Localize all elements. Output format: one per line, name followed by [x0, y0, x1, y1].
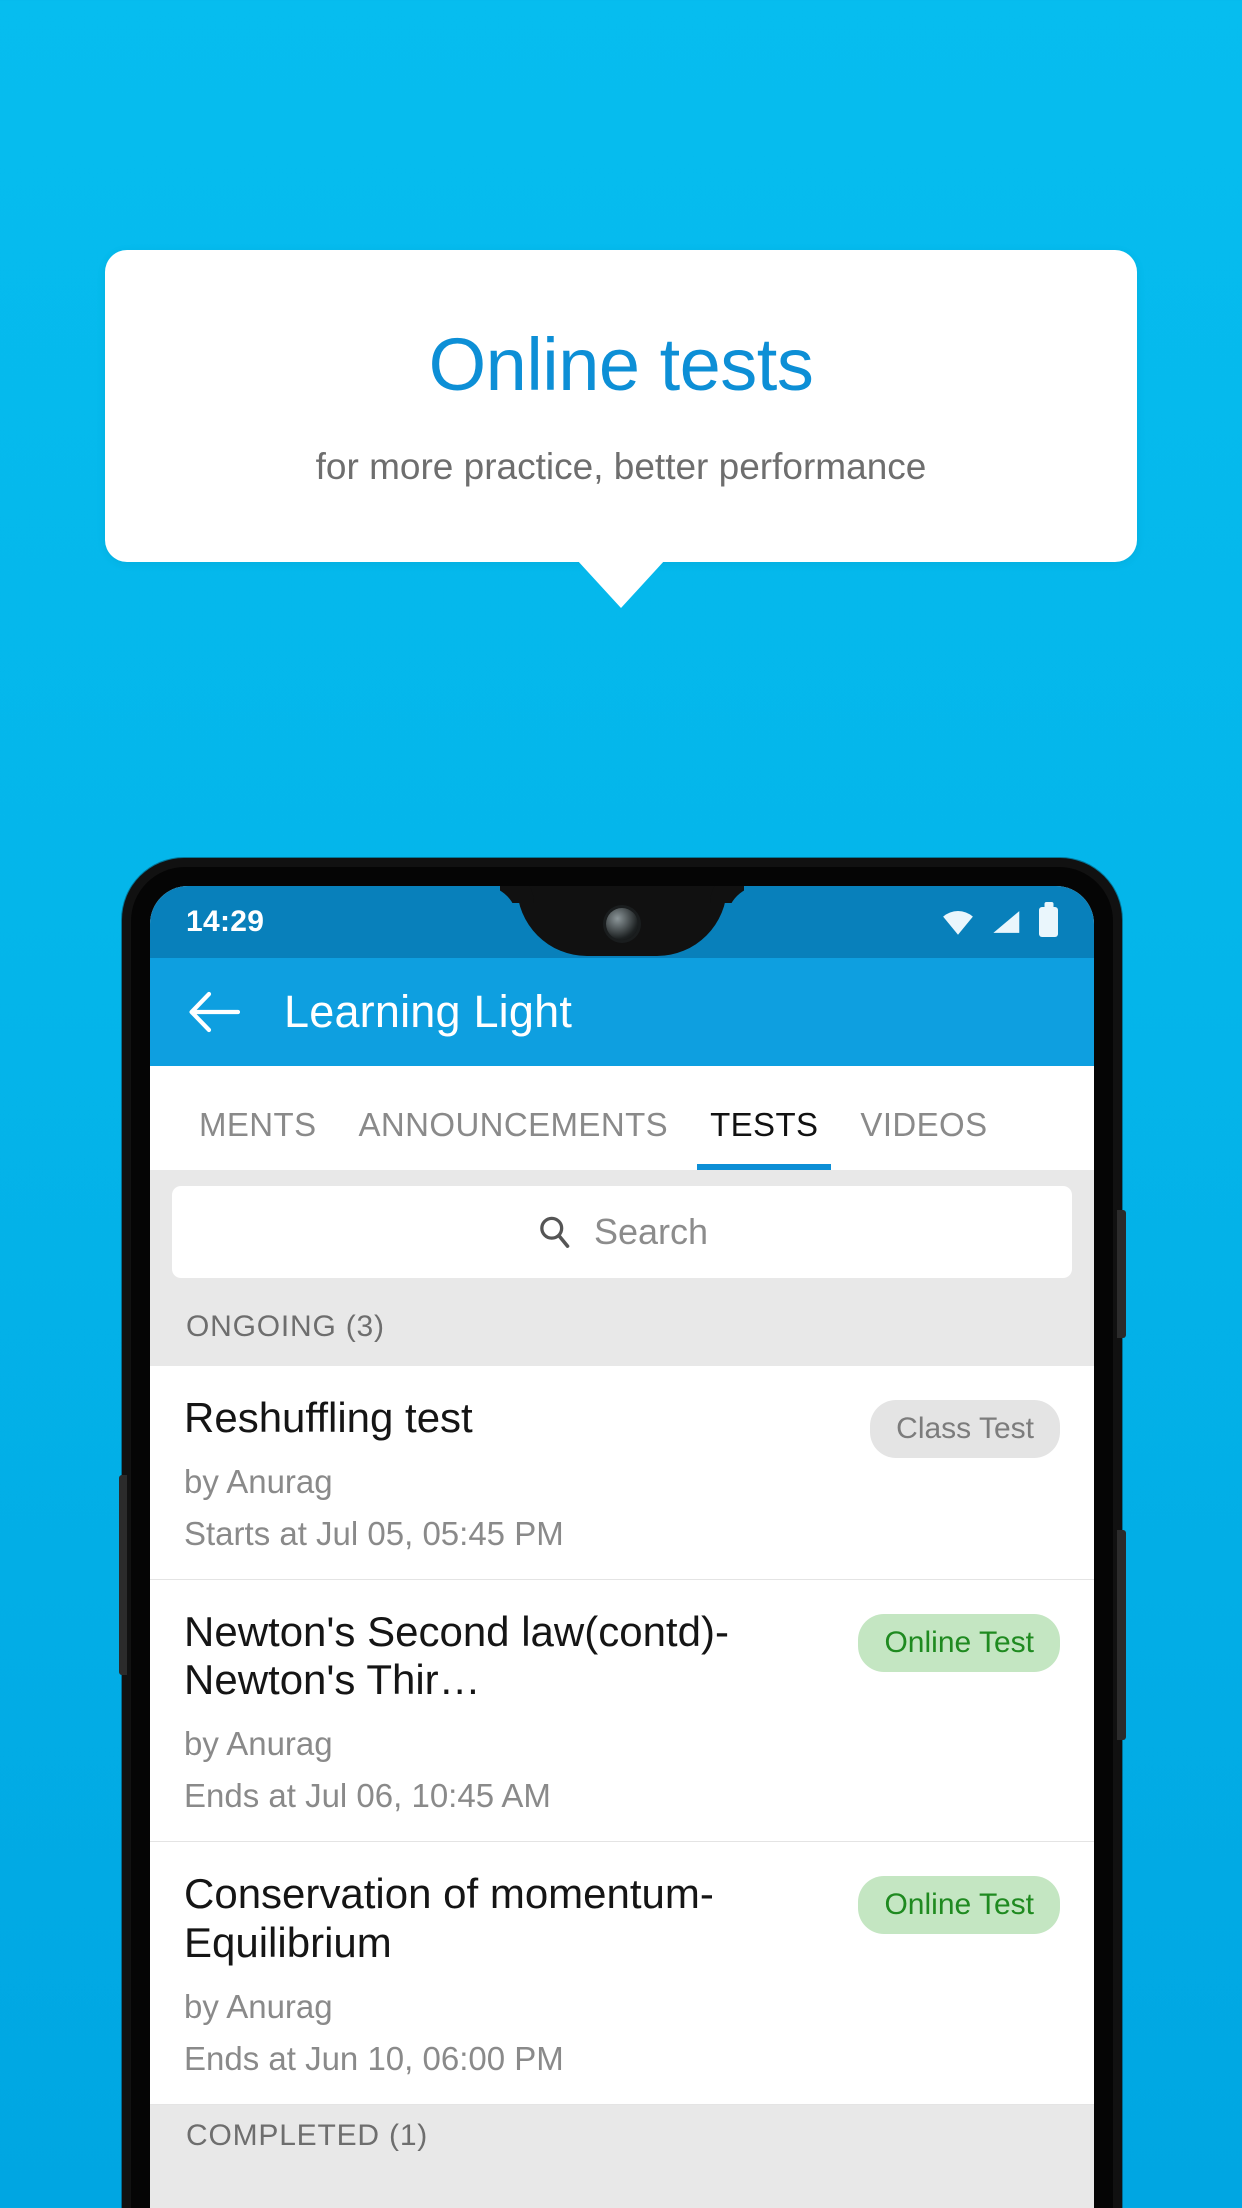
test-schedule: Ends at Jul 06, 10:45 AM — [184, 1777, 551, 1815]
notch — [517, 886, 727, 956]
wifi-icon — [943, 911, 973, 935]
test-author: by Anurag — [184, 1462, 333, 1500]
promo-card: Online tests for more practice, better p… — [105, 250, 1137, 608]
section-header-completed: COMPLETED (1) — [150, 2104, 1094, 2175]
status-badge: Online Test — [858, 1613, 1060, 1672]
test-author: by Anurag — [184, 1725, 333, 1763]
tests-list: Reshuffling test by Anurag Starts at Jul… — [150, 1366, 1094, 2105]
app-bar-title: Learning Light — [284, 986, 573, 1037]
test-details: Newton's Second law(contd)-Newton's Thir… — [184, 1608, 842, 1815]
volume-button[interactable] — [119, 1475, 127, 1675]
back-arrow-icon[interactable] — [188, 990, 240, 1034]
test-title: Reshuffling test — [184, 1394, 473, 1441]
tab-assignments[interactable]: MENTS — [178, 1106, 338, 1170]
search-input[interactable]: Search — [594, 1211, 708, 1253]
test-list-item[interactable]: Reshuffling test by Anurag Starts at Jul… — [150, 1366, 1094, 1580]
test-schedule: Starts at Jul 05, 05:45 PM — [184, 1514, 564, 1552]
section-header-ongoing: ONGOING (3) — [150, 1296, 1094, 1366]
test-details: Reshuffling test by Anurag Starts at Jul… — [184, 1394, 854, 1553]
promo-subtitle: for more practice, better performance — [315, 446, 927, 487]
phone-screen: 14:29 Learning Light MENTS ANNOUNCEMENTS… — [150, 886, 1094, 2208]
tab-videos[interactable]: VIDEOS — [839, 1106, 1008, 1170]
search-container: Search — [150, 1170, 1094, 1296]
tab-tests[interactable]: TESTS — [689, 1106, 839, 1170]
search-icon — [540, 1216, 570, 1248]
assistant-button[interactable] — [1117, 1530, 1126, 1740]
status-badge: Class Test — [870, 1400, 1060, 1458]
test-author: by Anurag — [184, 1987, 333, 2025]
phone-mockup: 14:29 Learning Light MENTS ANNOUNCEMENTS… — [119, 858, 1126, 2208]
test-title: Conservation of momentum-Equilibrium — [184, 1870, 714, 1966]
status-badge: Online Test — [858, 1876, 1060, 1935]
test-list-item[interactable]: Newton's Second law(contd)-Newton's Thir… — [150, 1579, 1094, 1843]
test-schedule: Ends at Jun 10, 06:00 PM — [184, 2039, 564, 2077]
test-details: Conservation of momentum-Equilibrium by … — [184, 1870, 842, 2077]
promo-bubble: Online tests for more practice, better p… — [105, 250, 1137, 608]
signal-icon — [993, 911, 1020, 933]
power-button[interactable] — [1117, 1210, 1126, 1338]
battery-icon — [1039, 907, 1058, 937]
front-camera-icon — [606, 908, 638, 940]
test-title: Newton's Second law(contd)-Newton's Thir… — [184, 1607, 729, 1704]
test-list-item[interactable]: Conservation of momentum-Equilibrium by … — [150, 1842, 1094, 2105]
status-time: 14:29 — [186, 905, 265, 938]
tests-content: Search ONGOING (3) Reshuffling test by A… — [150, 1170, 1094, 2208]
tab-bar: MENTS ANNOUNCEMENTS TESTS VIDEOS — [150, 1066, 1094, 1170]
status-icons — [941, 907, 1058, 937]
app-bar: Learning Light — [150, 958, 1094, 1066]
promo-title: Online tests — [428, 323, 814, 406]
tab-announcements[interactable]: ANNOUNCEMENTS — [338, 1106, 690, 1170]
bubble-tail-icon — [577, 559, 665, 608]
status-bar: 14:29 — [150, 886, 1094, 958]
search-bar[interactable]: Search — [172, 1186, 1072, 1278]
